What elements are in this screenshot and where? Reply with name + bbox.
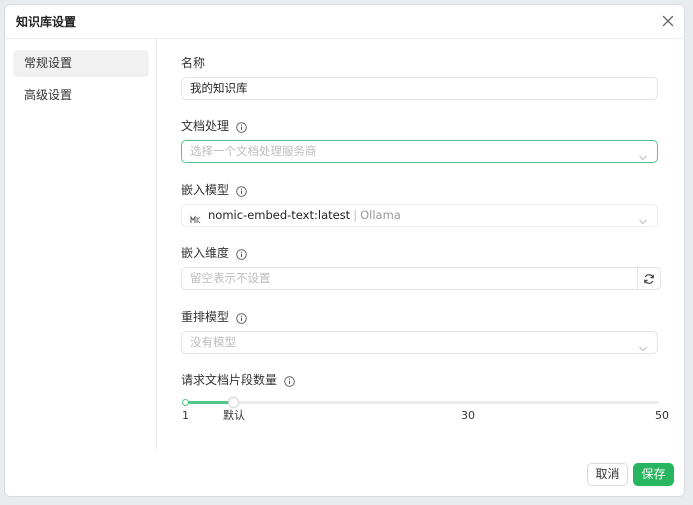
rerank-model-select[interactable]: 没有模型: [181, 331, 658, 354]
slider-mark-min: 1: [182, 409, 189, 422]
doc-processing-label-text: 文档处理: [181, 119, 230, 133]
chevron-down-icon: [638, 148, 648, 161]
rerank-model-placeholder: 没有模型: [190, 335, 236, 349]
chunk-count-slider[interactable]: [182, 397, 659, 408]
settings-sidebar: 常规设置 高级设置: [5, 39, 157, 450]
nomic-logo-icon: [190, 211, 202, 223]
slider-mark-max: 50: [655, 409, 669, 422]
chunk-count-label: 请求文档片段数量: [181, 372, 295, 388]
embed-dimension-label: 嵌入维度: [181, 245, 247, 261]
name-input-value: 我的知识库: [190, 81, 248, 95]
sidebar-item-general[interactable]: 常规设置: [13, 50, 149, 77]
cancel-button-label: 取消: [595, 467, 620, 481]
slider-handle[interactable]: [228, 397, 239, 408]
doc-processing-select[interactable]: 选择一个文档处理服务商: [181, 140, 658, 163]
embed-model-label: 嵌入模型: [181, 182, 247, 198]
chunk-count-label-text: 请求文档片段数量: [181, 373, 278, 387]
embed-dimension-input[interactable]: 留空表示不设置: [181, 267, 661, 290]
embed-model-label-text: 嵌入模型: [181, 183, 230, 197]
slider-fill: [185, 401, 233, 404]
refresh-icon: [644, 274, 654, 284]
doc-processing-placeholder: 选择一个文档处理服务商: [190, 144, 317, 158]
embed-dimension-placeholder: 留空表示不设置: [190, 271, 271, 285]
name-label-text: 名称: [181, 56, 206, 70]
close-icon[interactable]: [660, 13, 676, 29]
sidebar-item-advanced[interactable]: 高级设置: [13, 82, 149, 109]
embed-model-name: nomic-embed-text:latest: [208, 208, 351, 222]
embed-model-provider: Ollama: [360, 208, 401, 222]
embed-dimension-label-text: 嵌入维度: [181, 246, 230, 260]
rerank-model-label-text: 重排模型: [181, 310, 230, 324]
doc-processing-label: 文档处理: [181, 118, 247, 134]
sidebar-item-label: 高级设置: [24, 88, 73, 102]
dialog-title: 知识库设置: [16, 15, 77, 29]
chevron-down-icon: [638, 212, 648, 225]
info-icon[interactable]: [284, 375, 295, 387]
rerank-model-label: 重排模型: [181, 309, 247, 325]
embed-model-select[interactable]: nomic-embed-text:latest | Ollama: [181, 204, 658, 227]
sidebar-item-label: 常规设置: [24, 56, 73, 70]
embed-model-separator: |: [353, 208, 358, 222]
name-input[interactable]: 我的知识库: [181, 77, 658, 100]
slider-min-dot: [182, 399, 189, 406]
name-label: 名称: [181, 55, 205, 71]
refresh-button[interactable]: [637, 267, 661, 290]
slider-mark-default: 默认: [223, 409, 245, 422]
save-button-label: 保存: [641, 467, 666, 481]
info-icon[interactable]: [236, 248, 247, 260]
knowledge-base-settings-dialog: 知识库设置 常规设置 高级设置 名称 我的知识库 文档处理 选择一个文档处理服务…: [4, 4, 685, 497]
save-button[interactable]: 保存: [633, 463, 674, 486]
info-icon[interactable]: [236, 185, 247, 197]
info-icon[interactable]: [236, 312, 247, 324]
cancel-button[interactable]: 取消: [587, 463, 628, 486]
info-icon[interactable]: [236, 121, 247, 133]
chevron-down-icon: [638, 339, 648, 352]
dialog-header: 知识库设置: [5, 5, 684, 39]
slider-mark-30: 30: [461, 409, 475, 422]
